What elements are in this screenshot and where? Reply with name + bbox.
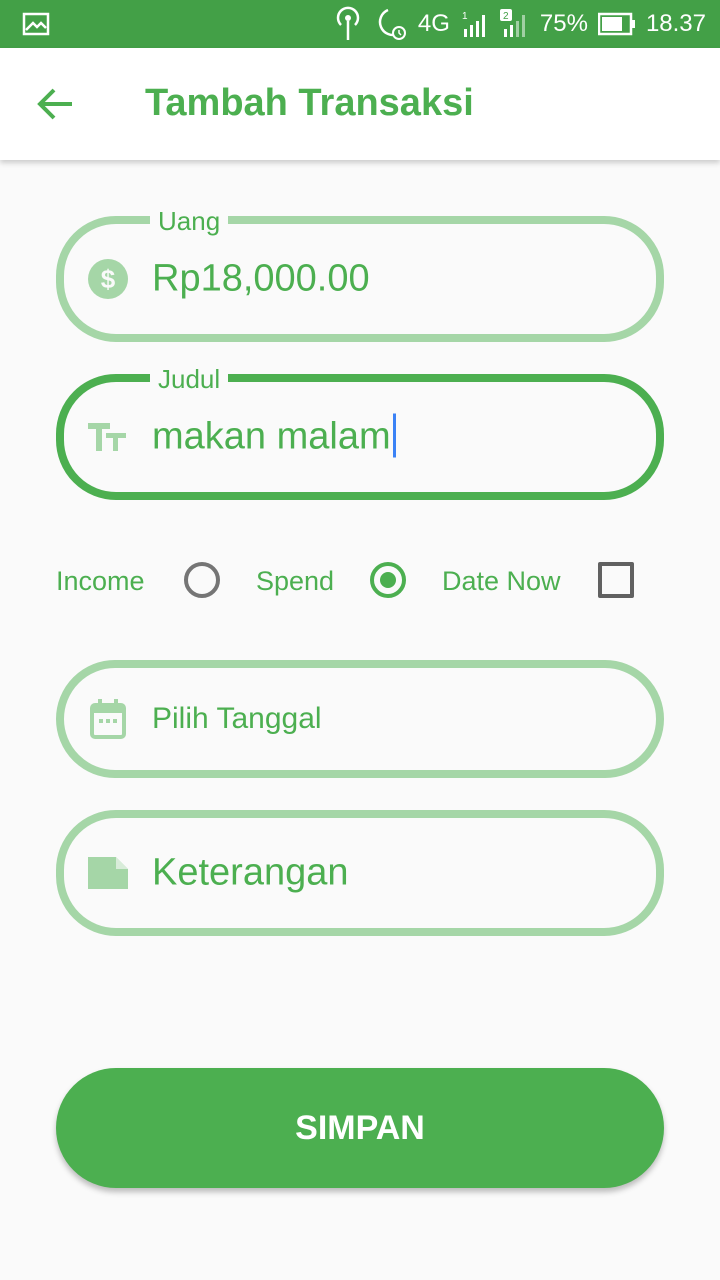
- title-input[interactable]: makan malam: [152, 416, 391, 458]
- amount-label: Uang: [150, 208, 229, 234]
- page-title: Tambah Transaksi: [145, 82, 474, 124]
- status-bar: 4G 1 2 75% 18.37: [0, 0, 720, 48]
- svg-text:2: 2: [503, 11, 509, 22]
- title-label: Judul: [150, 366, 229, 392]
- spend-radio[interactable]: [370, 562, 406, 598]
- svg-text:1: 1: [462, 11, 468, 22]
- signal-sim2-icon: 2: [499, 9, 530, 39]
- title-input-wrapper[interactable]: makan malam: [152, 413, 396, 459]
- image-notification-icon: [22, 12, 50, 41]
- do-not-disturb-alarm-icon: [372, 6, 408, 42]
- date-now-label: Date Now: [442, 566, 561, 596]
- dollar-circle-icon: $: [86, 257, 130, 301]
- calendar-icon: [86, 697, 130, 741]
- amount-field[interactable]: Uang $ Rp18,000.00: [56, 208, 664, 342]
- date-now-checkbox[interactable]: [598, 562, 634, 598]
- hotspot-icon: [334, 6, 362, 42]
- arrow-left-icon: [37, 88, 72, 120]
- app-bar: Tambah Transaksi: [0, 48, 720, 160]
- title-field[interactable]: Judul makan malam: [56, 366, 664, 500]
- income-radio[interactable]: [184, 562, 220, 598]
- battery-percent: 75%: [539, 10, 588, 37]
- status-icons: 4G 1 2 75% 18.37: [334, 0, 706, 48]
- signal-sim1-icon: 1: [460, 9, 490, 39]
- income-label: Income: [56, 566, 145, 596]
- transaction-type-options: Income Spend Date Now: [56, 556, 664, 606]
- svg-text:$: $: [101, 264, 116, 294]
- spend-label: Spend: [256, 566, 335, 596]
- back-button[interactable]: [34, 82, 78, 126]
- clock: 18.37: [645, 10, 706, 37]
- text-caret: [392, 413, 396, 458]
- date-picker-placeholder: Pilih Tanggal: [152, 702, 322, 735]
- note-input[interactable]: Keterangan: [152, 852, 349, 895]
- note-field[interactable]: Keterangan: [56, 810, 664, 936]
- amount-input[interactable]: Rp18,000.00: [152, 258, 370, 301]
- battery-icon: [597, 12, 636, 36]
- text-format-icon: [86, 415, 130, 459]
- save-button[interactable]: SIMPAN: [56, 1068, 664, 1188]
- date-picker-field[interactable]: Pilih Tanggal: [56, 660, 664, 778]
- network-type-indicator: 4G: [417, 10, 450, 37]
- note-icon: [86, 851, 130, 895]
